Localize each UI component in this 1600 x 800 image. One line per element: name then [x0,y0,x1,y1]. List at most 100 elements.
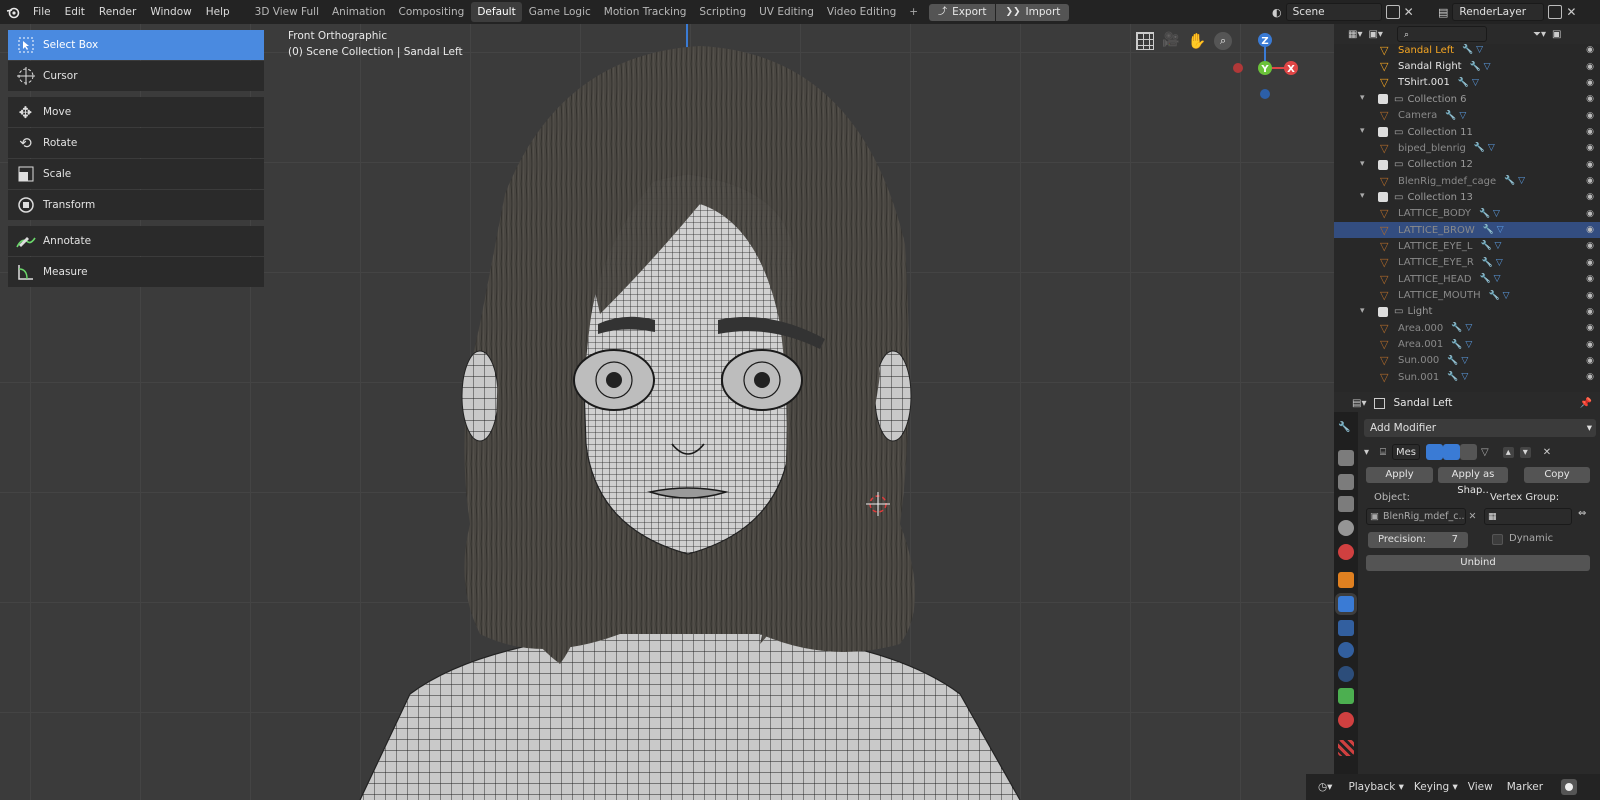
camera-view-icon[interactable]: 🎥 [1162,32,1179,50]
visibility-eye-icon[interactable]: ◉ [1586,192,1594,202]
import-button[interactable]: ❯❯ Import [996,3,1070,21]
keying-menu[interactable]: Keying ▾ [1414,781,1458,793]
tab-game-logic[interactable]: Game Logic [523,2,597,22]
outliner-row[interactable]: ▽ TShirt.001 🔧 ▽ ◉ [1334,75,1600,92]
new-collection-icon[interactable]: ▣ [1552,29,1561,40]
tab-uv-editing[interactable]: UV Editing [753,2,820,22]
remove-scene-icon[interactable]: ✕ [1404,5,1414,19]
visibility-eye-icon[interactable]: ◉ [1586,274,1594,284]
visibility-eye-icon[interactable]: ◉ [1586,307,1594,317]
collection-checkbox[interactable] [1378,306,1388,317]
view-layer-field[interactable]: RenderLayer [1452,3,1545,21]
outliner-row[interactable]: ▾ ▭ Collection 12 ◉ [1334,156,1600,173]
tool-transform[interactable]: Transform [8,190,264,220]
menu-window[interactable]: Window [143,0,198,24]
tab-motion-tracking[interactable]: Motion Tracking [598,2,693,22]
visibility-eye-icon[interactable]: ◉ [1586,340,1594,350]
visibility-eye-icon[interactable]: ◉ [1586,356,1594,366]
outliner-row[interactable]: ▽ Sandal Left 🔧 ▽ ◉ [1334,42,1600,59]
outliner-row[interactable]: ▽ LATTICE_BROW 🔧 ▽ ◉ [1334,221,1600,239]
dynamic-checkbox[interactable] [1492,534,1503,545]
visibility-eye-icon[interactable]: ◉ [1586,62,1594,72]
add-modifier-dropdown[interactable]: Add Modifier ▾ [1364,419,1596,437]
modifier-badge-icon[interactable]: 🔧 ▽ [1489,291,1510,301]
visibility-eye-icon[interactable]: ◉ [1586,323,1594,333]
remove-view-layer-icon[interactable]: ✕ [1566,5,1576,19]
modifier-badge-icon[interactable]: 🔧 ▽ [1479,209,1500,219]
outliner-row[interactable]: ▽ Sandal Right 🔧 ▽ ◉ [1334,58,1600,75]
outliner-row[interactable]: ▽ Area.001 🔧 ▽ ◉ [1334,336,1600,353]
move-down-icon[interactable]: ▾ [1519,446,1531,458]
new-view-layer-icon[interactable] [1548,5,1563,19]
outliner-row[interactable]: ▽ BlenRig_mdef_cage 🔧 ▽ ◉ [1334,173,1600,190]
modifier-name-field[interactable]: Mes [1392,444,1420,460]
tool-measure[interactable]: Measure [8,257,264,287]
outliner-row[interactable]: ▽ Sun.001 🔧 ▽ ◉ [1334,369,1600,386]
collection-checkbox[interactable] [1378,94,1388,105]
scene-icon[interactable]: ◐ [1272,6,1282,19]
visibility-eye-icon[interactable]: ◉ [1586,176,1594,186]
outliner-row[interactable]: ▽ LATTICE_EYE_L 🔧 ▽ ◉ [1334,238,1600,255]
outliner-row[interactable]: ▽ Area.000 🔧 ▽ ◉ [1334,320,1600,337]
cage-icon[interactable]: ▽ [1481,447,1489,458]
modifier-badge-icon[interactable]: 🔧 ▽ [1451,340,1472,350]
properties-editor-icon[interactable]: ▤▾ [1352,398,1366,409]
outliner-row[interactable]: ▽ Sun.000 🔧 ▽ ◉ [1334,353,1600,370]
outliner-row[interactable]: ▽ biped_blenrig 🔧 ▽ ◉ [1334,140,1600,157]
outliner-row[interactable]: ▽ Camera 🔧 ▽ ◉ [1334,107,1600,124]
modifier-badge-icon[interactable]: 🔧 ▽ [1480,274,1501,284]
orientation-gizmo[interactable]: Z Y X [1225,28,1305,108]
view-layer-tab-icon[interactable] [1338,496,1354,512]
expand-arrow-icon[interactable]: ▾ [1360,306,1365,316]
invert-icon[interactable]: ⇔ [1578,508,1586,519]
pan-hand-icon[interactable]: ✋ [1187,32,1206,50]
display-viewport-icon[interactable] [1443,444,1460,460]
playback-menu[interactable]: Playback ▾ [1348,781,1403,793]
menu-edit[interactable]: Edit [58,0,92,24]
visibility-eye-icon[interactable]: ◉ [1586,111,1594,121]
tool-move[interactable]: ✥ Move [8,97,264,127]
modifier-badge-icon[interactable]: 🔧 ▽ [1447,372,1468,382]
tool-settings-tab-icon[interactable]: 🔧 [1338,422,1354,438]
apply-button[interactable]: Apply [1366,467,1433,483]
outliner-row[interactable]: ▾ ▭ Collection 6 ◉ [1334,91,1600,108]
tool-cursor[interactable]: Cursor [8,61,264,91]
modifier-badge-icon[interactable]: 🔧 ▽ [1470,62,1491,72]
editor-type-icon[interactable]: ▦▾ [1348,29,1362,40]
collection-checkbox[interactable] [1378,127,1388,137]
filter-icon[interactable]: ⏷▾ [1533,29,1546,40]
menu-file[interactable]: File [26,0,58,24]
visibility-eye-icon[interactable]: ◉ [1586,78,1594,88]
precision-field[interactable]: Precision: 7 [1368,532,1468,548]
menu-render[interactable]: Render [92,0,143,24]
modifier-badge-icon[interactable]: 🔧 ▽ [1483,225,1504,235]
tab-default[interactable]: Default [471,2,522,22]
3d-viewport[interactable]: Select Box Cursor ✥ Move ⟲ Rotate Scale … [0,24,1334,800]
visibility-eye-icon[interactable]: ◉ [1586,258,1594,268]
collapse-arrow-icon[interactable]: ▾ [1364,447,1374,458]
visibility-eye-icon[interactable]: ◉ [1586,225,1594,235]
world-tab-icon[interactable] [1338,544,1354,560]
visibility-eye-icon[interactable]: ◉ [1586,94,1594,104]
timeline-editor-icon[interactable]: ◷▾ [1318,781,1332,793]
tool-select-box[interactable]: Select Box [8,30,264,60]
physics-tab-icon[interactable] [1338,642,1354,658]
modifier-badge-icon[interactable]: 🔧 ▽ [1462,45,1483,55]
expand-arrow-icon[interactable]: ▾ [1360,126,1365,136]
display-mode-icon[interactable]: ▣▾ [1368,29,1382,40]
modifier-badge-icon[interactable]: 🔧 ▽ [1451,323,1472,333]
outliner-row[interactable]: ▾ ▭ Collection 13 ◉ [1334,189,1600,206]
collection-checkbox[interactable] [1378,192,1388,203]
scene-tab-icon[interactable] [1338,520,1354,536]
object-tab-icon[interactable] [1338,572,1354,588]
modifier-badge-icon[interactable]: 🔧 ▽ [1458,78,1479,88]
outliner-row[interactable]: ▾ ▭ Collection 11 ◉ [1334,124,1600,141]
modifier-badge-icon[interactable]: 🔧 ▽ [1482,258,1503,268]
marker-menu[interactable]: Marker [1507,781,1543,793]
render-tab-icon[interactable] [1338,450,1354,466]
modifier-badge-icon[interactable]: 🔧 ▽ [1480,241,1501,251]
grid-view-icon[interactable] [1136,32,1154,50]
view-layer-icon[interactable]: ▤ [1438,6,1448,19]
visibility-eye-icon[interactable]: ◉ [1586,45,1594,55]
export-button[interactable]: ⤴ Export [929,3,996,21]
